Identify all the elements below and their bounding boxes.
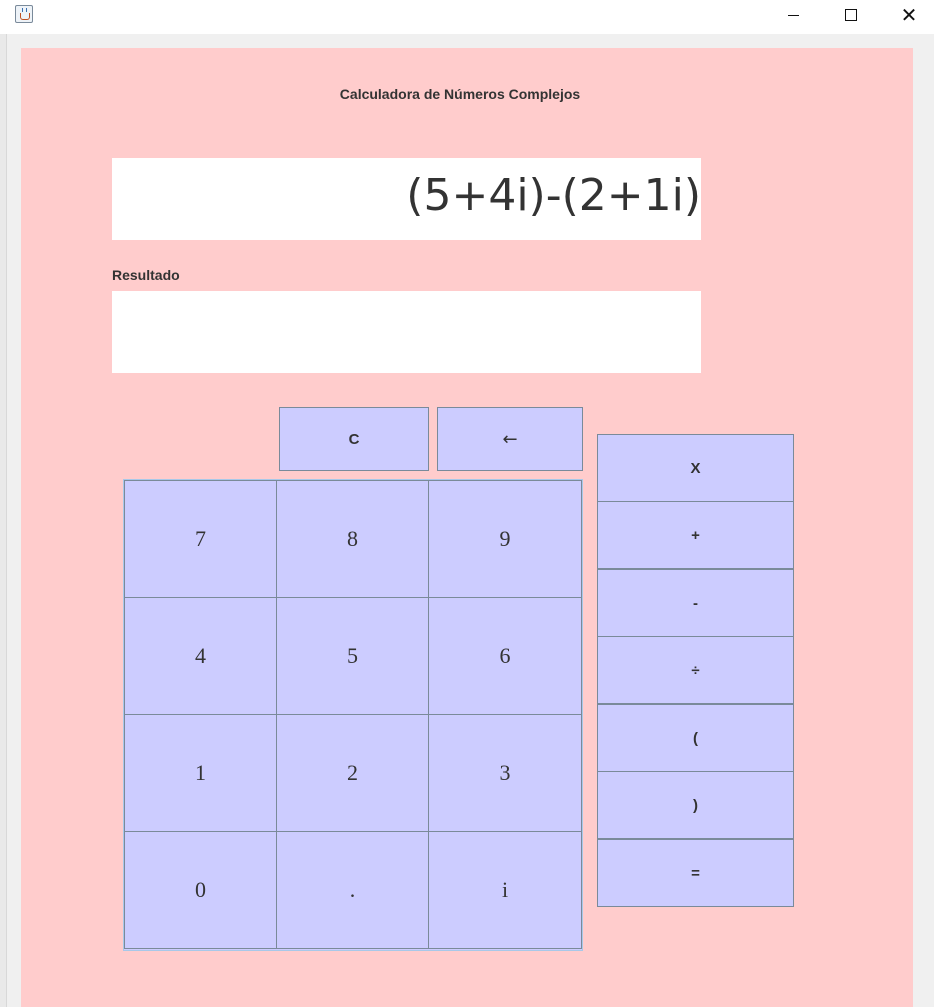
add-button[interactable]: + [597,501,794,569]
clear-button[interactable]: C [279,407,429,471]
number-keypad: 7 8 9 4 5 6 1 2 3 0 . i [123,479,583,951]
multiply-button[interactable]: X [597,434,794,502]
expression-display[interactable]: (5+4i)-(2+1i) [112,158,701,240]
key-5[interactable]: 5 [276,597,429,715]
key-imaginary[interactable]: i [428,831,582,949]
key-6[interactable]: 6 [428,597,582,715]
minimize-button[interactable] [764,0,822,30]
key-3[interactable]: 3 [428,714,582,832]
open-paren-button[interactable]: ( [597,704,794,772]
maximize-button[interactable] [822,0,880,30]
key-0[interactable]: 0 [124,831,277,949]
close-icon: ✕ [900,3,918,27]
close-paren-button[interactable]: ) [597,771,794,839]
maximize-icon [845,9,857,21]
close-button[interactable]: ✕ [880,0,934,30]
key-4[interactable]: 4 [124,597,277,715]
window-edge [0,34,7,1007]
java-cup-icon[interactable] [15,5,33,23]
subtract-button[interactable]: - [597,569,794,637]
calculator-panel: Calculadora de Números Complejos (5+4i)-… [21,48,913,1007]
backspace-button[interactable]: ← [437,407,583,471]
page-title: Calculadora de Números Complejos [339,86,581,102]
title-bar: ✕ [0,0,934,34]
result-label: Resultado [112,267,180,283]
key-7[interactable]: 7 [124,480,277,598]
minimize-icon [787,14,799,16]
key-9[interactable]: 9 [428,480,582,598]
equals-button[interactable]: = [597,839,794,907]
expression-text: (5+4i)-(2+1i) [406,170,701,221]
result-display[interactable] [112,291,701,373]
operator-panel: X + - ÷ ( ) = [597,434,794,907]
key-2[interactable]: 2 [276,714,429,832]
key-decimal[interactable]: . [276,831,429,949]
divide-button[interactable]: ÷ [597,636,794,704]
key-1[interactable]: 1 [124,714,277,832]
key-8[interactable]: 8 [276,480,429,598]
